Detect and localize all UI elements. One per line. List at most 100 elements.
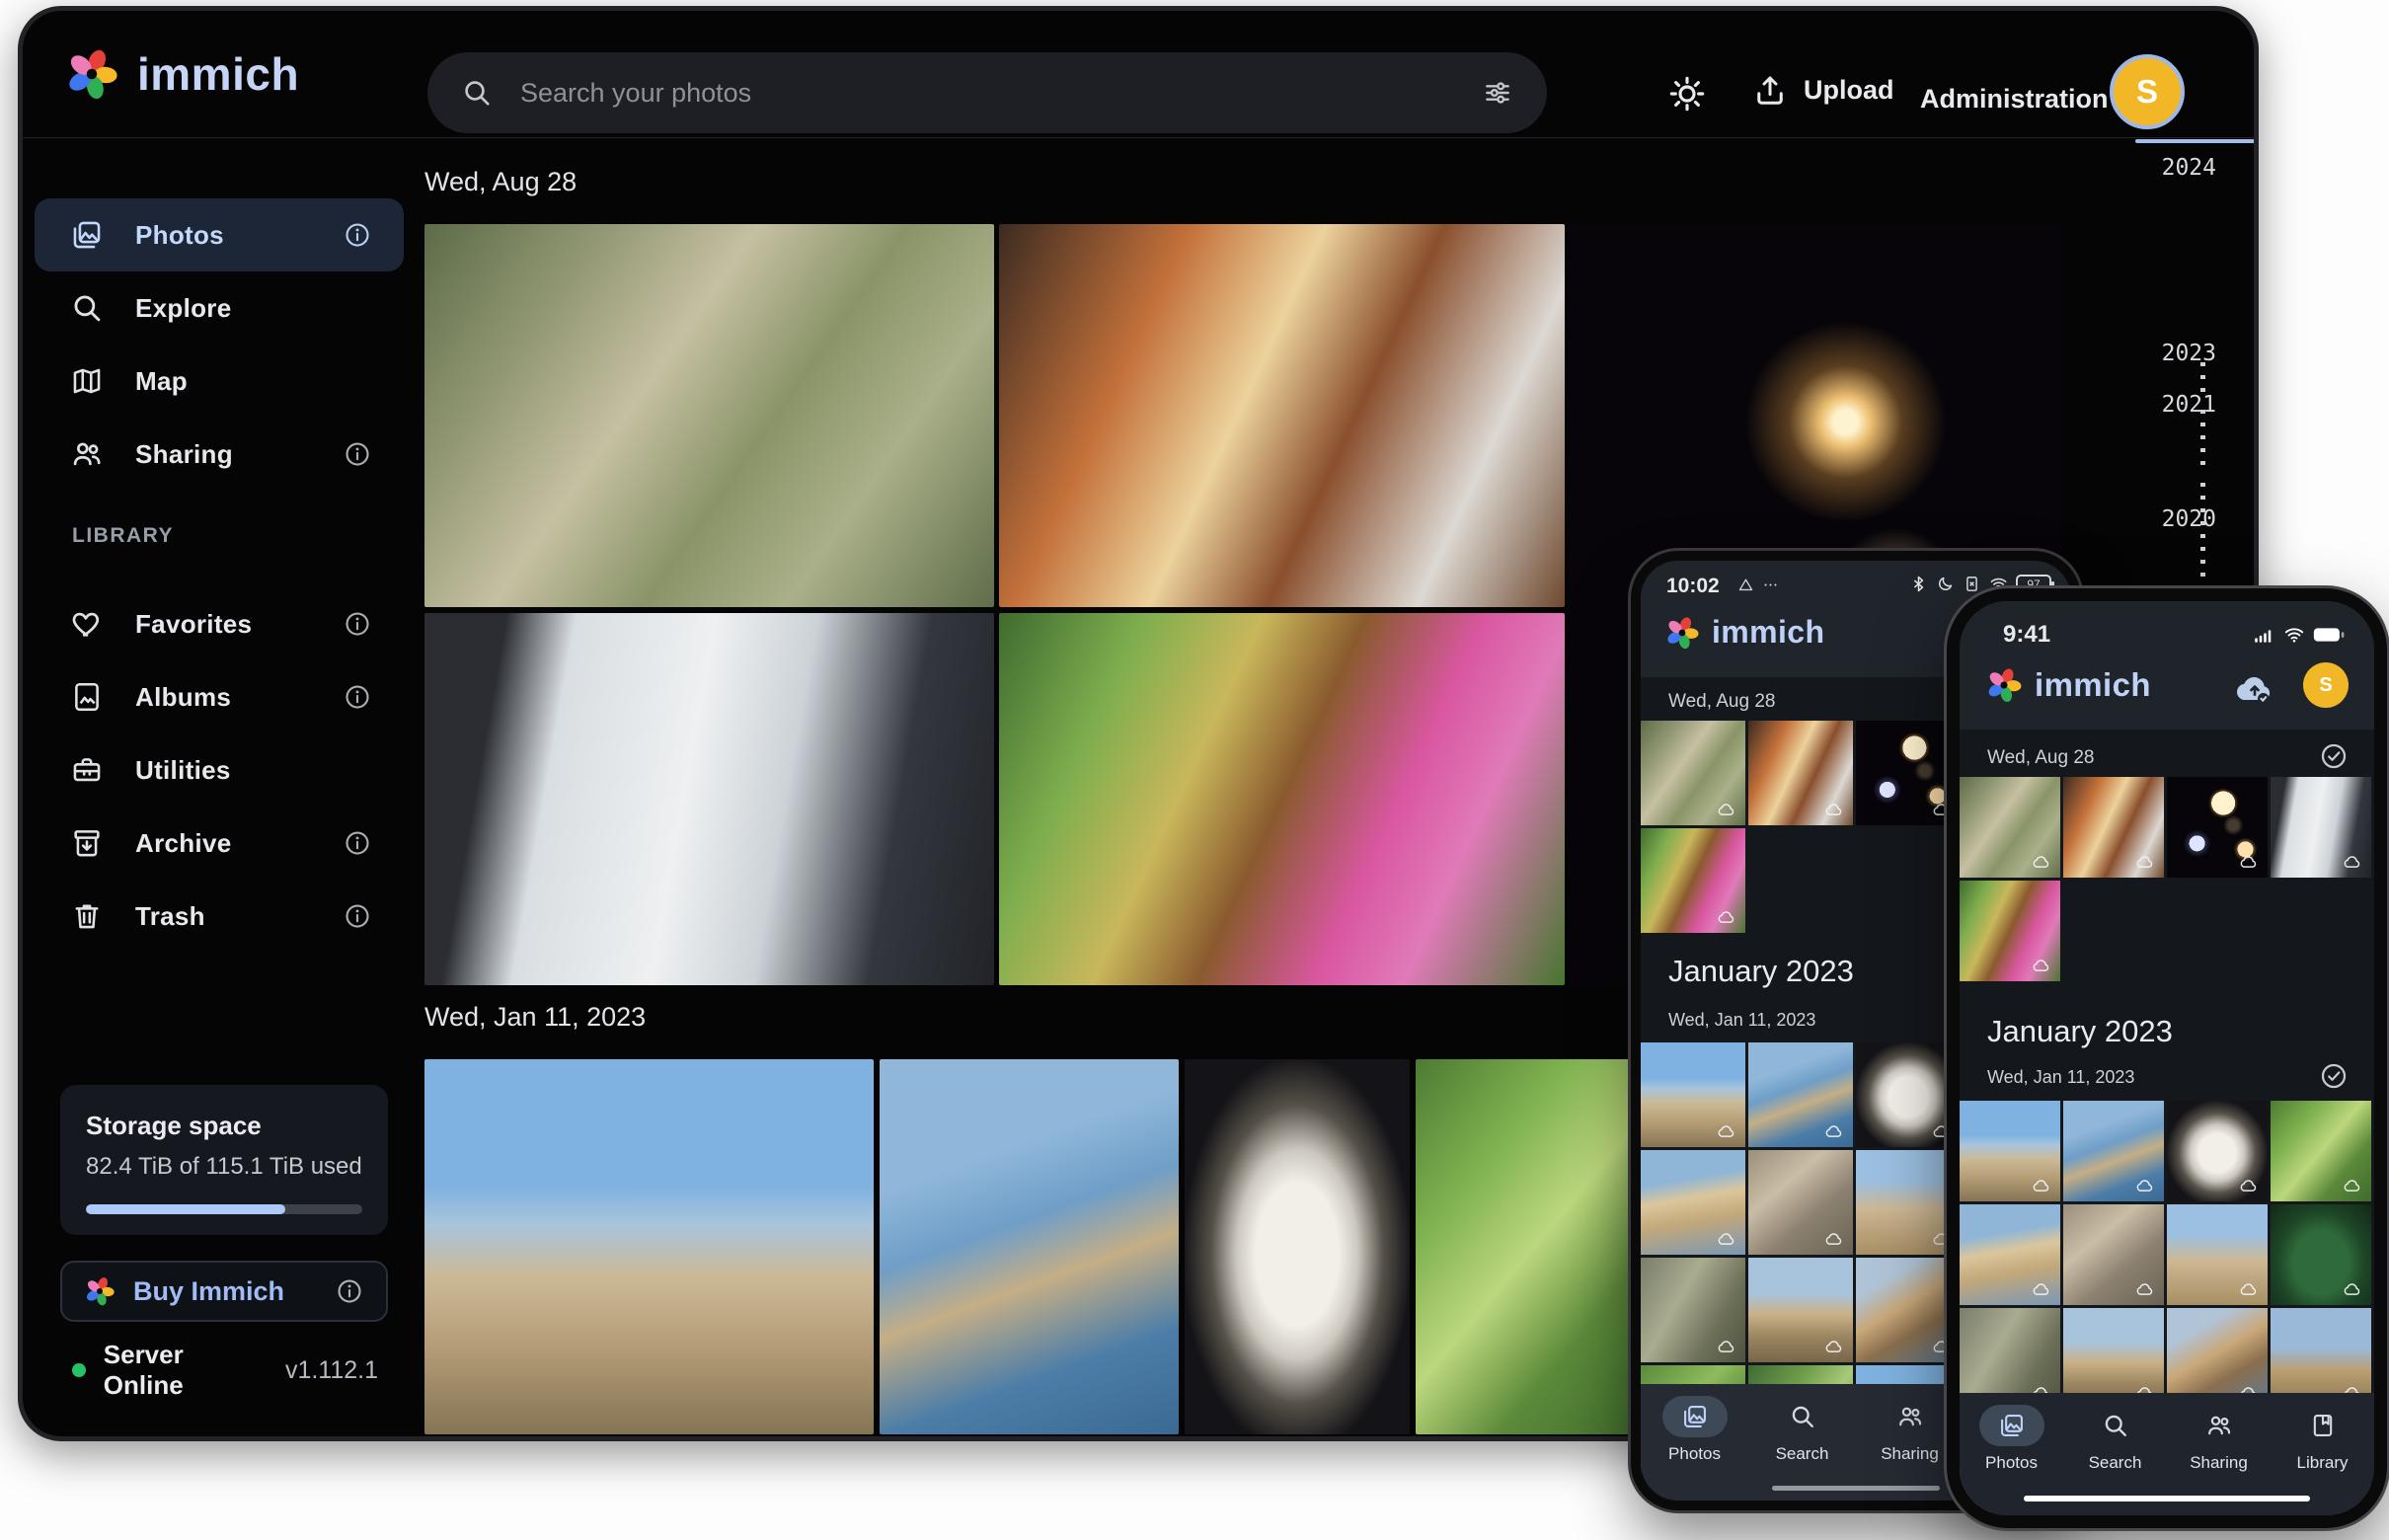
photo-village[interactable] bbox=[1856, 1258, 1961, 1362]
sidebar-item-photos[interactable]: Photos bbox=[35, 198, 404, 271]
sidebar-item-utilities[interactable]: Utilities bbox=[35, 733, 404, 807]
tab-search[interactable]: Search bbox=[2083, 1405, 2148, 1473]
sidebar-item-favorites[interactable]: Favorites bbox=[35, 587, 404, 660]
immich-logo[interactable]: immich bbox=[64, 46, 299, 102]
search-icon bbox=[1789, 1403, 1816, 1430]
sidebar-item-albums[interactable]: Albums bbox=[35, 660, 404, 733]
photo-bust[interactable] bbox=[1185, 1059, 1410, 1434]
info-icon[interactable] bbox=[343, 220, 372, 250]
photo-autumn[interactable] bbox=[1960, 881, 2060, 981]
photo-autumn[interactable] bbox=[999, 613, 1565, 985]
ios-photo-grid-aug bbox=[1960, 777, 2371, 981]
search-input[interactable] bbox=[518, 77, 1456, 110]
photo-beach[interactable] bbox=[1960, 1204, 2060, 1305]
toolbox-icon bbox=[70, 753, 104, 787]
cloud-sync-icon bbox=[2237, 1279, 2261, 1299]
photo-stoneface[interactable] bbox=[1748, 1150, 1853, 1255]
immich-logo: immich bbox=[1664, 614, 1824, 651]
search-filter-icon[interactable] bbox=[1482, 77, 1513, 109]
photo-hands[interactable] bbox=[2271, 777, 2371, 878]
cellular-signal-icon bbox=[2252, 623, 2275, 647]
tab-search[interactable]: Search bbox=[1770, 1396, 1835, 1464]
photo-castle[interactable] bbox=[2167, 1204, 2268, 1305]
administration-link[interactable]: Administration bbox=[1920, 84, 2109, 115]
immich-flower-icon bbox=[84, 1275, 116, 1307]
info-icon[interactable] bbox=[335, 1276, 364, 1306]
info-icon[interactable] bbox=[343, 828, 372, 858]
android-status-left-icons bbox=[1737, 577, 1779, 593]
timeline-year-2024[interactable]: 2024 bbox=[2108, 155, 2216, 181]
sidebar-item-label: Utilities bbox=[135, 755, 231, 786]
cloud-sync-icon bbox=[1822, 1337, 1846, 1356]
photo-zoo[interactable] bbox=[1641, 721, 1745, 825]
sidebar-item-trash[interactable]: Trash bbox=[35, 880, 404, 953]
photo-fireworks[interactable] bbox=[1856, 721, 1961, 825]
timeline-tick-dots bbox=[2200, 362, 2205, 394]
photo-dinner[interactable] bbox=[1748, 721, 1853, 825]
photo-harbor[interactable] bbox=[1748, 1042, 1853, 1147]
tab-sharing[interactable]: Sharing bbox=[1878, 1396, 1943, 1464]
tab-library[interactable]: Library bbox=[2290, 1405, 2355, 1473]
ios-status-time: 9:41 bbox=[2003, 621, 2050, 649]
sidebar-item-archive[interactable]: Archive bbox=[35, 807, 404, 880]
photo-fortress[interactable] bbox=[424, 1059, 874, 1434]
home-indicator[interactable] bbox=[1772, 1486, 1940, 1491]
people-icon bbox=[2205, 1412, 2233, 1439]
backup-cloud-icon[interactable] bbox=[2234, 668, 2275, 710]
photo-dinner[interactable] bbox=[999, 224, 1565, 607]
photo-fortress[interactable] bbox=[1641, 1042, 1745, 1147]
photo-bridge[interactable] bbox=[1748, 1258, 1853, 1362]
photo-lizard[interactable] bbox=[1641, 1258, 1745, 1362]
info-icon[interactable] bbox=[343, 901, 372, 931]
date-header-aug28: Wed, Aug 28 bbox=[1987, 747, 2094, 769]
sidebar-item-label: Favorites bbox=[135, 609, 252, 640]
tab-label: Sharing bbox=[1881, 1444, 1939, 1464]
info-icon[interactable] bbox=[343, 682, 372, 712]
info-icon[interactable] bbox=[343, 609, 372, 639]
tab-photos[interactable]: Photos bbox=[1979, 1405, 2044, 1473]
search-bar[interactable] bbox=[427, 52, 1547, 133]
tab-sharing[interactable]: Sharing bbox=[2187, 1405, 2252, 1473]
user-avatar[interactable]: S bbox=[2303, 662, 2349, 708]
heart-icon bbox=[70, 607, 104, 641]
photo-berries[interactable] bbox=[1416, 1059, 1653, 1434]
upload-button[interactable]: Upload bbox=[1752, 72, 1894, 108]
sidebar-item-sharing[interactable]: Sharing bbox=[35, 418, 404, 491]
photo-castle[interactable] bbox=[1856, 1150, 1961, 1255]
timeline-scrubber-indicator[interactable] bbox=[2135, 139, 2256, 143]
select-all-check-icon[interactable] bbox=[2319, 1061, 2349, 1091]
theme-toggle-sun-icon[interactable] bbox=[1667, 74, 1707, 114]
photo-bust[interactable] bbox=[1856, 1042, 1961, 1147]
photo-harbor[interactable] bbox=[2063, 1101, 2164, 1201]
photo-fireworks[interactable] bbox=[2167, 777, 2268, 878]
server-version: v1.112.1 bbox=[285, 1356, 378, 1385]
info-icon[interactable] bbox=[343, 439, 372, 469]
photo-fortress[interactable] bbox=[1960, 1101, 2060, 1201]
sidebar-item-map[interactable]: Map bbox=[35, 345, 404, 418]
photo-dinner[interactable] bbox=[2063, 777, 2164, 878]
sidebar-item-explore[interactable]: Explore bbox=[35, 271, 404, 345]
photo-autumn[interactable] bbox=[1641, 828, 1745, 933]
buy-immich-button[interactable]: Buy Immich bbox=[60, 1261, 388, 1322]
photo-bust[interactable] bbox=[2167, 1101, 2268, 1201]
user-avatar[interactable]: S bbox=[2110, 54, 2185, 129]
sidebar-item-label: Explore bbox=[135, 293, 231, 324]
photo-zoo[interactable] bbox=[424, 224, 994, 607]
select-all-check-icon[interactable] bbox=[2319, 741, 2349, 771]
ios-status-right-icons bbox=[2252, 623, 2345, 647]
photo-stoneface[interactable] bbox=[2063, 1204, 2164, 1305]
tab-photos[interactable]: Photos bbox=[1662, 1396, 1728, 1464]
photo-xmastree[interactable] bbox=[2271, 1204, 2371, 1305]
timeline-tick-dots bbox=[2200, 410, 2205, 471]
photo-beach[interactable] bbox=[1641, 1150, 1745, 1255]
photo-berries[interactable] bbox=[2271, 1101, 2371, 1201]
photo-zoo[interactable] bbox=[1960, 777, 2060, 878]
photo-harbor[interactable] bbox=[880, 1059, 1179, 1434]
android-status-time: 10:02 bbox=[1666, 575, 1720, 598]
photo-hands[interactable] bbox=[424, 613, 994, 985]
storage-progress-track bbox=[86, 1204, 362, 1214]
archive-icon bbox=[70, 826, 104, 860]
cloud-sync-icon bbox=[2030, 1279, 2053, 1299]
home-indicator[interactable] bbox=[2024, 1496, 2310, 1502]
library-icon bbox=[2309, 1412, 2337, 1439]
